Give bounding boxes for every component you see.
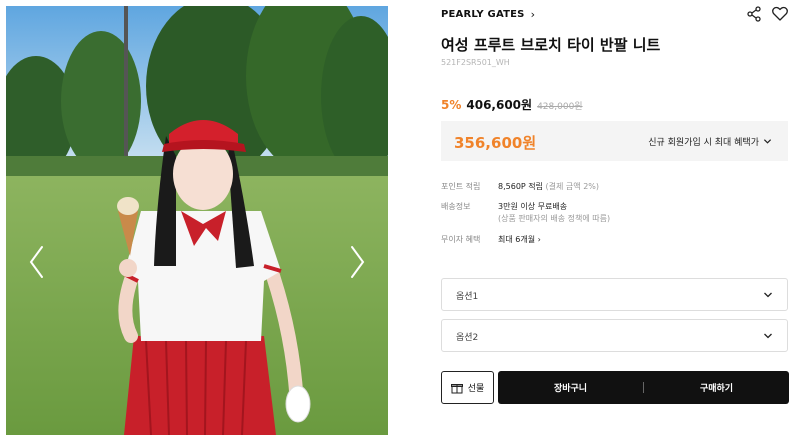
- share-icon[interactable]: [746, 6, 762, 22]
- add-to-cart-button[interactable]: 장바구니: [498, 371, 643, 404]
- gift-icon: [450, 383, 463, 393]
- benefit-price: 356,600원: [454, 134, 537, 152]
- product-image[interactable]: [6, 6, 388, 435]
- option-select-2[interactable]: 옵션2: [441, 319, 788, 352]
- benefit-dropdown[interactable]: 신규 회원가입 시 최대 혜택가: [648, 135, 772, 148]
- shipping-label: 배송정보: [441, 202, 471, 211]
- original-price: 428,000원: [537, 102, 583, 112]
- buy-label: 구매하기: [699, 384, 734, 394]
- chevron-down-icon: [764, 292, 772, 298]
- points-value: 8,560P 적립 (결제 금액 2%): [498, 181, 599, 192]
- heart-icon[interactable]: [771, 5, 789, 23]
- discount-rate: 5%: [441, 98, 462, 112]
- product-photo-illustration: [6, 6, 388, 435]
- brand-name[interactable]: PEARLY GATES: [441, 9, 525, 20]
- option-select-1[interactable]: 옵션1: [441, 278, 788, 311]
- option-select-2-label: 옵션2: [456, 333, 479, 343]
- installment-label: 무이자 혜택: [441, 235, 481, 244]
- gift-label: 선물: [467, 384, 485, 394]
- points-note: (결제 금액 2%): [545, 182, 600, 191]
- benefit-label: 신규 회원가입 시 최대 혜택가: [648, 138, 759, 148]
- gift-button[interactable]: 선물: [441, 371, 494, 404]
- product-title: 여성 프루트 브로치 타이 반팔 니트: [441, 36, 661, 54]
- shipping-value: 3만원 이상 무료배송: [498, 202, 568, 211]
- benefit-price-box: 356,600원 신규 회원가입 시 최대 혜택가: [441, 121, 788, 161]
- shipping-note: (상품 판매자의 배송 정책에 따름): [498, 214, 611, 223]
- buy-now-button[interactable]: 구매하기: [644, 371, 789, 404]
- chevron-right-icon: ›: [537, 235, 541, 244]
- gallery-prev-button[interactable]: [26, 244, 48, 280]
- price-row: 5% 406,600원 428,000원: [441, 96, 583, 113]
- chevron-right-icon: [351, 246, 365, 278]
- cart-label: 장바구니: [553, 384, 588, 394]
- product-code: 521F2SR501_WH: [441, 58, 510, 67]
- chevron-right-icon: ›: [530, 8, 536, 21]
- sale-price: 406,600원: [466, 98, 533, 112]
- points-label: 포인트 적립: [441, 182, 481, 191]
- purchase-bar: 장바구니 구매하기: [498, 371, 789, 404]
- installment-value[interactable]: 최대 6개월 ›: [498, 234, 541, 245]
- chevron-down-icon: [764, 333, 772, 339]
- chevron-down-icon: [763, 139, 772, 144]
- gallery-next-button[interactable]: [346, 244, 368, 280]
- option-select-1-label: 옵션1: [456, 292, 479, 302]
- product-info-panel: PEARLY GATES › 여성 프루트 브로치 타이 반팔 니트 521F2…: [441, 0, 789, 435]
- chevron-left-icon: [29, 246, 43, 278]
- installment-text: 최대 6개월: [498, 235, 536, 244]
- brand-link[interactable]: PEARLY GATES ›: [441, 8, 535, 21]
- points-amount: 8,560P 적립: [498, 182, 543, 191]
